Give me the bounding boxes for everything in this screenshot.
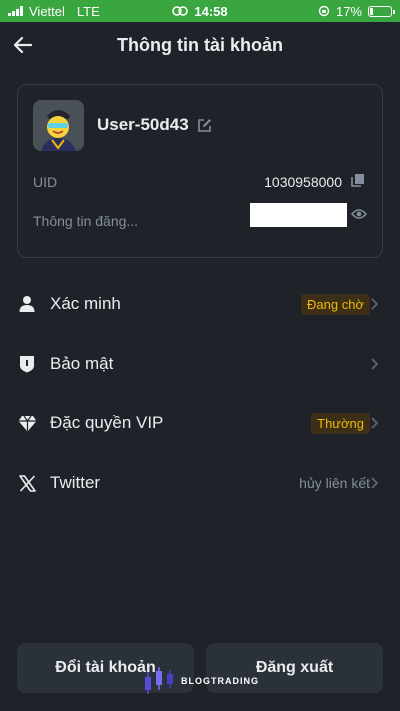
status-time: 14:58 [194,3,228,19]
arrow-left-icon [14,37,32,53]
status-left: Viettel LTE [8,4,100,19]
uid-value: 1030958000 [264,174,342,190]
login-info-label: Thông tin đăng... [33,213,139,229]
shield-icon [17,354,37,374]
unlink-text: hủy liên kết [299,475,370,491]
masked-login-info [250,203,347,227]
uid-label: UID [33,174,58,190]
menu-item-vip[interactable]: Đặc quyền VIP Thường [0,401,400,445]
eye-icon[interactable] [351,207,367,221]
back-button[interactable] [8,30,38,60]
watermark: BLOGTRADING [143,666,259,696]
watermark-text: BLOGTRADING [181,676,259,686]
chevron-right-icon [371,477,378,489]
diamond-icon [17,413,37,433]
menu-item-twitter[interactable]: Twitter hủy liên kết [0,461,400,505]
battery-icon [368,5,395,17]
avatar[interactable] [33,100,84,151]
menu-item-verification[interactable]: Xác minh Đang chờ [0,282,400,326]
copy-icon[interactable] [351,173,365,187]
link-icon [172,6,189,16]
x-logo-icon [17,473,37,493]
menu-item-label: Twitter [50,473,101,492]
username-row: User-50d43 [97,115,212,135]
avatar-image [33,100,84,151]
menu-item-label: Xác minh [50,294,121,313]
status-badge: Đang chờ [301,293,370,315]
chevron-right-icon [371,358,378,370]
battery-percent: 17% [335,3,362,19]
candlestick-logo-icon [145,667,173,694]
signal-icon [8,6,23,16]
vip-level-badge: Thường [311,412,370,434]
status-bar: Viettel LTE 14:58 17% [0,0,400,22]
profile-card: User-50d43 UID 1030958000 Thông tin đăng… [17,84,383,258]
carrier-name: Viettel [29,3,65,19]
menu-item-label: Đặc quyền VIP [50,413,164,432]
page-title: Thông tin tài khoản [117,34,283,55]
menu-item-security[interactable]: Bảo mật [0,342,400,386]
chevron-right-icon [371,298,378,310]
menu-item-label: Bảo mật [50,354,114,373]
username: User-50d43 [97,115,189,134]
orientation-lock-icon [318,5,330,17]
watermark-text-block: BLOGTRADING [181,676,259,686]
edit-icon[interactable] [197,118,212,133]
chevron-right-icon [371,417,378,429]
network-type: LTE [76,3,100,19]
status-right: 17% [318,3,395,19]
user-icon [17,294,37,314]
header: Thông tin tài khoản [0,22,400,68]
